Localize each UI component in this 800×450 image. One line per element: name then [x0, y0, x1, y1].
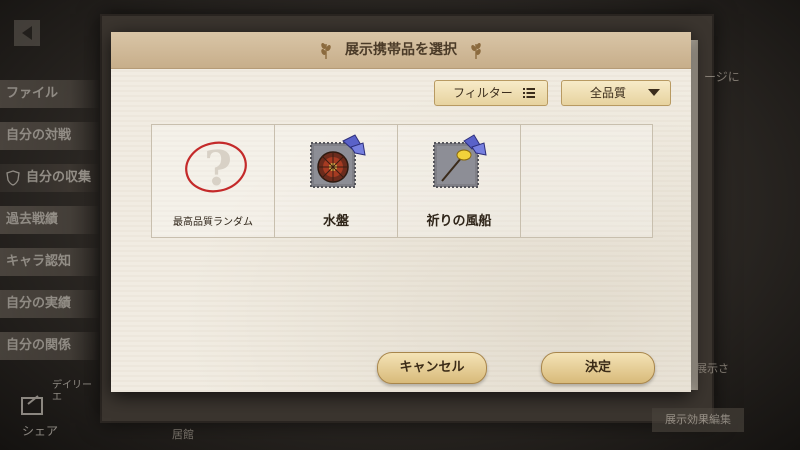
- list-filter-icon: [523, 88, 535, 98]
- select-item-dialog: 展示携帯品を選択 フィルター 全品質 ? 最高品質ランダム 水盤 祈りの風船 キ…: [111, 32, 691, 392]
- item-slot[interactable]: 水盤: [275, 125, 398, 237]
- prayer-balloon-icon: [433, 134, 487, 188]
- share-area[interactable]: デイリー エ シェア: [8, 380, 103, 440]
- item-slot[interactable]: ? 最高品質ランダム: [152, 125, 275, 237]
- item-slot[interactable]: 祈りの風船: [398, 125, 521, 237]
- confirm-button[interactable]: 決定: [541, 352, 655, 384]
- cancel-button[interactable]: キャンセル: [377, 352, 487, 384]
- effect-edit-button[interactable]: 展示効果編集: [652, 408, 744, 432]
- filter-button[interactable]: フィルター: [434, 80, 548, 106]
- dropdown-arrow-icon: [648, 89, 660, 96]
- side-menu-item-matches[interactable]: 自分の対戦: [0, 122, 100, 150]
- side-menu-item-relations[interactable]: 自分の関係: [0, 332, 100, 360]
- modal-page-edge: [690, 40, 698, 390]
- item-label: 水盤: [322, 214, 349, 229]
- shield-icon: [6, 170, 20, 186]
- side-menu: ファイル 自分の対戦 自分の収集 過去戦績 キャラ認知 自分の実績 自分の関係: [0, 80, 100, 374]
- svg-text:?: ?: [204, 141, 232, 197]
- share-label: シェア: [22, 424, 59, 438]
- background-bottom-text: 居館: [172, 428, 194, 441]
- side-menu-item-character[interactable]: キャラ認知: [0, 248, 100, 276]
- water-basin-icon: [310, 134, 366, 188]
- item-grid: ? 最高品質ランダム 水盤 祈りの風船: [151, 124, 653, 238]
- side-menu-item-achievements[interactable]: 自分の実績: [0, 290, 100, 318]
- dialog-title: 展示携帯品を選択: [345, 42, 457, 58]
- side-menu-item-file[interactable]: ファイル: [0, 80, 100, 108]
- background-text-2: 展示さ: [696, 362, 729, 375]
- random-question-icon: ?: [185, 141, 247, 197]
- background-text: ージに: [704, 70, 740, 84]
- item-label: 最高品質ランダム: [173, 217, 253, 228]
- quality-select-value: 全品質: [590, 86, 627, 100]
- filter-label: フィルター: [453, 86, 513, 100]
- side-menu-item-collection[interactable]: 自分の収集: [0, 164, 100, 192]
- quality-select[interactable]: 全品質: [561, 80, 671, 106]
- wheat-ornament-icon: [471, 42, 481, 59]
- daily-label: デイリー エ: [52, 380, 92, 403]
- back-arrow-icon[interactable]: [10, 16, 50, 52]
- item-slot-empty: [521, 125, 651, 237]
- share-icon: [21, 395, 43, 415]
- side-menu-item-history[interactable]: 過去戦績: [0, 206, 100, 234]
- item-label: 祈りの風船: [426, 214, 492, 229]
